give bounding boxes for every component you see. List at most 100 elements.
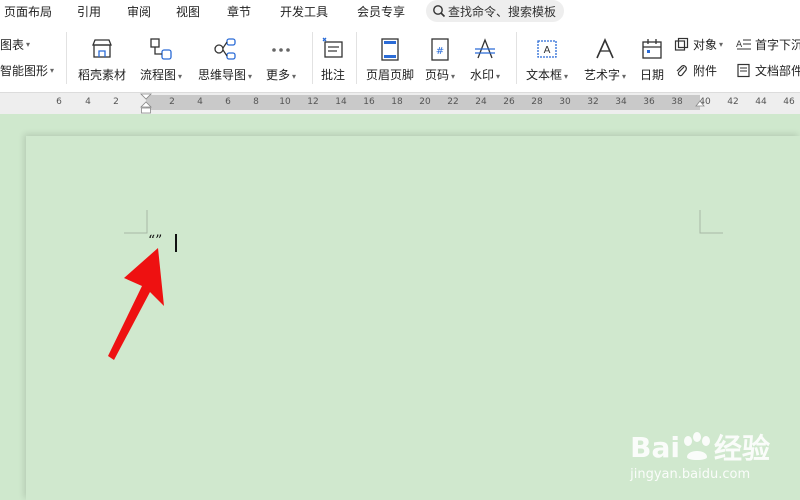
ruler-label: 16 bbox=[363, 97, 375, 107]
object-label: 对象 bbox=[693, 38, 718, 52]
textbox-button[interactable]: A 文本框 ▾ bbox=[526, 32, 568, 83]
page-number-icon: # bbox=[431, 38, 449, 61]
ruler-label: 6 bbox=[225, 97, 231, 107]
command-search-box[interactable]: 查找命令、搜索模板 bbox=[426, 0, 564, 22]
chevron-down-icon: ▾ bbox=[292, 72, 297, 81]
ruler-label: 26 bbox=[503, 97, 515, 107]
chart-button[interactable]: 图表 ▾ bbox=[0, 36, 30, 53]
ruler-label: 20 bbox=[419, 97, 431, 107]
daoke-material-button[interactable]: 稻壳素材 bbox=[78, 32, 126, 83]
ribbon-toolbar: 图表 ▾ 智能图形 ▾ 稻壳素材 流程图 ▾ 思维导图 ▾ 更多 ▾ 批注 页眉页脚 # … bbox=[0, 24, 800, 92]
menu-page-layout[interactable]: 页面布局 bbox=[4, 3, 52, 20]
paperclip-icon bbox=[676, 65, 687, 77]
chevron-down-icon: ▾ bbox=[50, 66, 55, 75]
drop-cap-label: 首字下沉 bbox=[755, 38, 800, 52]
drop-cap-icon: A bbox=[736, 39, 751, 50]
paw-icon bbox=[683, 432, 710, 460]
more-label: 更多 bbox=[266, 68, 291, 82]
menu-chapter[interactable]: 章节 bbox=[227, 3, 251, 20]
ruler-label: 44 bbox=[755, 97, 767, 107]
ruler-label: 22 bbox=[447, 97, 459, 107]
more-button[interactable]: 更多 ▾ bbox=[266, 32, 296, 83]
chevron-down-icon: ▾ bbox=[451, 72, 456, 81]
separator bbox=[312, 32, 313, 84]
ruler-label: 10 bbox=[279, 97, 291, 107]
textbox-label: 文本框 bbox=[526, 68, 563, 82]
separator bbox=[516, 32, 517, 84]
document-parts-button[interactable]: 文档部件 bbox=[736, 62, 800, 79]
ruler-label: 46 bbox=[783, 97, 795, 107]
smart-graphic-button[interactable]: 智能图形 ▾ bbox=[0, 62, 54, 79]
menu-member[interactable]: 会员专享 bbox=[357, 3, 405, 20]
search-placeholder: 查找命令、搜索模板 bbox=[448, 4, 557, 19]
chevron-down-icon: ▾ bbox=[26, 40, 31, 49]
ruler-label: 8 bbox=[253, 97, 259, 107]
wordart-label: 艺术字 bbox=[584, 68, 621, 82]
mindmap-icon bbox=[214, 38, 236, 60]
ruler-label: 4 bbox=[197, 97, 203, 107]
ruler-label: 30 bbox=[559, 97, 571, 107]
svg-text:A: A bbox=[544, 45, 551, 56]
watermark-brand: Bai bbox=[630, 430, 680, 464]
ruler-label: 4 bbox=[85, 97, 91, 107]
attachment-button[interactable]: 附件 bbox=[674, 62, 717, 79]
drop-cap-button[interactable]: A 首字下沉 bbox=[736, 36, 800, 53]
ruler-label: 2 bbox=[113, 97, 119, 107]
flowchart-label: 流程图 bbox=[140, 68, 177, 82]
object-button[interactable]: 对象 ▾ bbox=[674, 36, 723, 53]
header-footer-label: 页眉页脚 bbox=[366, 68, 415, 82]
attachment-label: 附件 bbox=[693, 64, 718, 78]
header-footer-button[interactable]: 页眉页脚 bbox=[366, 32, 414, 83]
document-parts-label: 文档部件 bbox=[755, 64, 800, 78]
watermark-url: jingyan.baidu.com bbox=[630, 467, 751, 482]
date-button[interactable]: 日期 bbox=[639, 32, 665, 83]
comment-button[interactable]: 批注 bbox=[320, 32, 346, 83]
shop-icon bbox=[92, 39, 112, 58]
separator bbox=[66, 32, 67, 84]
indent-marker-icon[interactable] bbox=[140, 93, 152, 115]
comment-label: 批注 bbox=[320, 68, 345, 82]
chevron-down-icon: ▾ bbox=[248, 72, 253, 81]
chart-label: 图表 bbox=[0, 38, 25, 52]
chevron-down-icon: ▾ bbox=[719, 40, 724, 49]
ruler-label: 36 bbox=[643, 97, 655, 107]
ruler-label: 12 bbox=[307, 97, 319, 107]
date-label: 日期 bbox=[639, 68, 664, 82]
object-icon bbox=[674, 37, 689, 51]
right-indent-marker-icon[interactable] bbox=[695, 93, 705, 113]
page-number-button[interactable]: # 页码 ▾ bbox=[425, 32, 455, 83]
chevron-down-icon: ▾ bbox=[622, 72, 627, 81]
calendar-icon bbox=[642, 39, 662, 59]
menu-view[interactable]: 视图 bbox=[176, 3, 200, 20]
menu-developer-tools[interactable]: 开发工具 bbox=[280, 3, 328, 20]
more-dots-icon bbox=[272, 48, 290, 52]
ruler-label: 18 bbox=[391, 97, 403, 107]
margin-corner-mark-icon bbox=[124, 210, 148, 234]
menu-bar: 页面布局 引用 审阅 视图 章节 开发工具 会员专享 查找命令、搜索模板 bbox=[0, 0, 800, 24]
chevron-down-icon: ▾ bbox=[496, 72, 501, 81]
page-number-label: 页码 bbox=[425, 68, 450, 82]
text-cursor bbox=[175, 234, 177, 252]
mindmap-label: 思维导图 bbox=[198, 68, 247, 82]
menu-references[interactable]: 引用 bbox=[77, 3, 101, 20]
textbox-icon: A bbox=[537, 40, 557, 58]
ruler-label: 38 bbox=[671, 97, 683, 107]
document-parts-icon bbox=[737, 63, 750, 78]
chevron-down-icon: ▾ bbox=[564, 72, 569, 81]
watermark-icon bbox=[475, 38, 496, 59]
ruler-label: 32 bbox=[587, 97, 599, 107]
ruler-label: 34 bbox=[615, 97, 627, 107]
ruler-label: 6 bbox=[56, 97, 62, 107]
baidu-watermark: Bai 经验 jingyan.baidu.com bbox=[630, 427, 770, 483]
watermark-button[interactable]: 水印 ▾ bbox=[470, 32, 500, 83]
smart-graphic-label: 智能图形 bbox=[0, 64, 49, 78]
search-icon bbox=[433, 5, 446, 18]
svg-text:#: # bbox=[436, 46, 444, 57]
margin-corner-mark-icon bbox=[699, 210, 723, 234]
menu-review[interactable]: 审阅 bbox=[127, 3, 151, 20]
watermark-label: 水印 bbox=[470, 68, 495, 82]
flowchart-button[interactable]: 流程图 ▾ bbox=[140, 32, 182, 83]
mindmap-button[interactable]: 思维导图 ▾ bbox=[198, 32, 252, 83]
horizontal-ruler[interactable]: 6 4 2 2 4 6 8 10 12 14 16 18 20 22 24 26… bbox=[0, 92, 800, 114]
wordart-button[interactable]: 艺术字 ▾ bbox=[584, 32, 626, 83]
